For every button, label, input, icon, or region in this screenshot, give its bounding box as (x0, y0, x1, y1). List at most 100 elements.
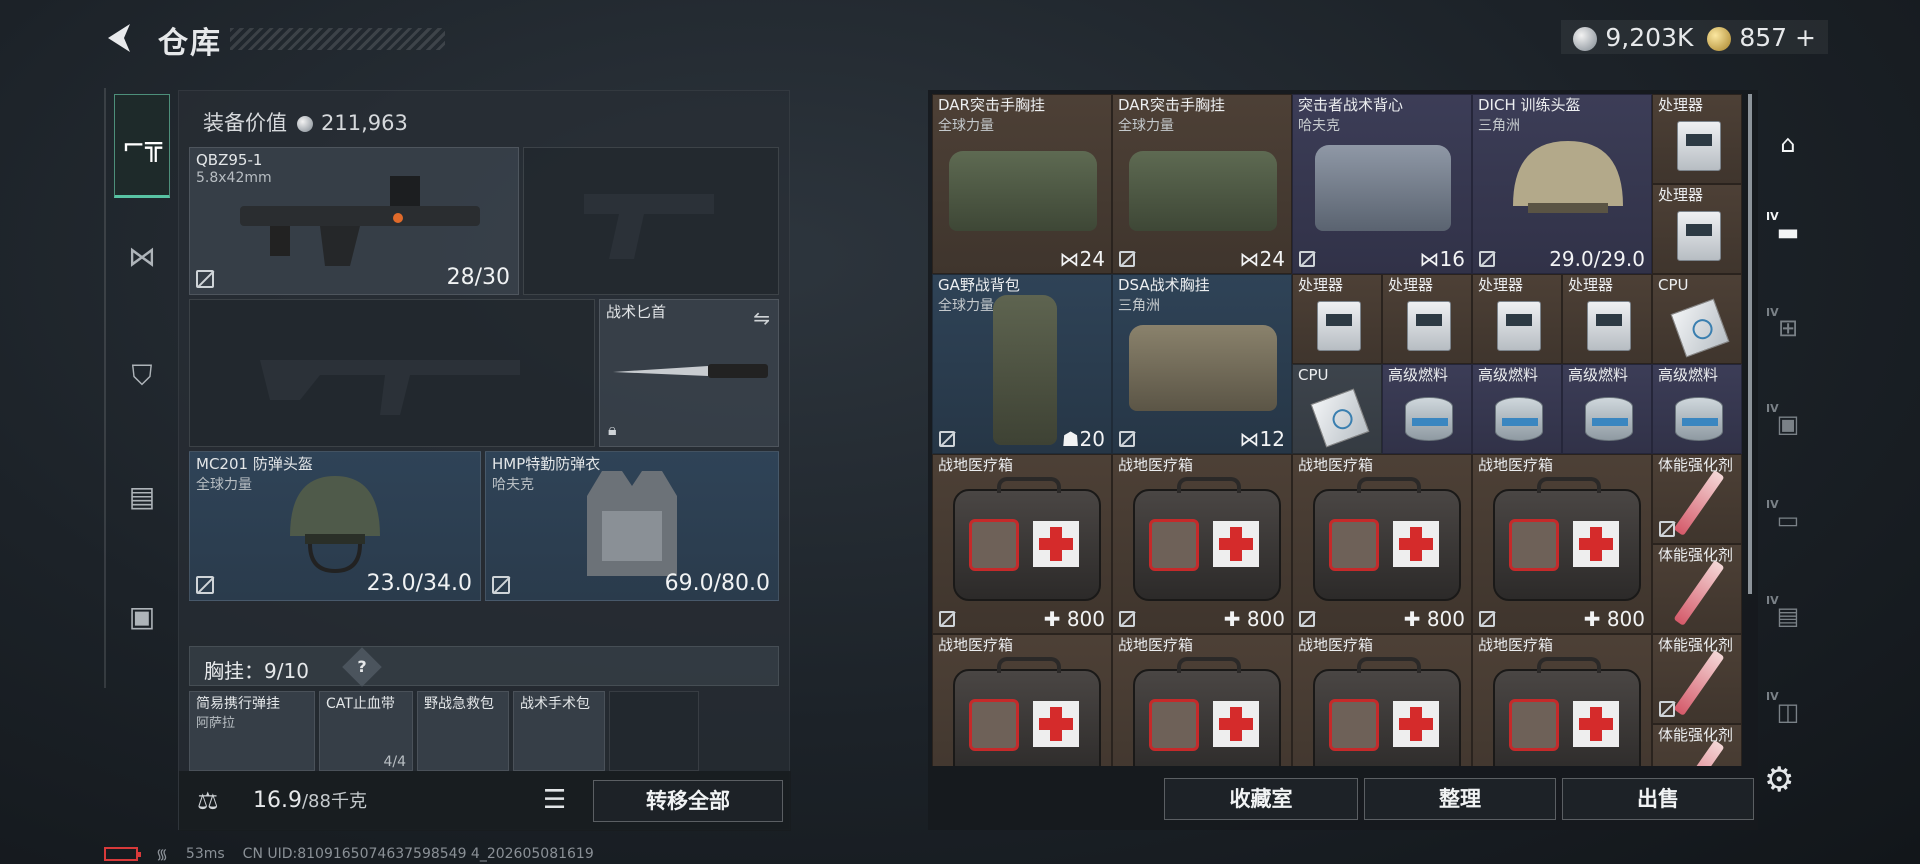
stash-tab-4[interactable]: IV ▭ (1760, 492, 1816, 548)
sort-button[interactable]: 整理 (1364, 778, 1556, 820)
surgical-kit-item[interactable]: 战术手术包 (513, 691, 605, 771)
stash-item[interactable]: 处理器 (1472, 274, 1562, 364)
lock-toggle-icon[interactable] (1659, 701, 1675, 717)
heal-plus-icon: ✚ (1223, 607, 1241, 631)
stash-item[interactable]: 处理器 (1652, 184, 1742, 274)
collection-room-button[interactable]: 收藏室 (1164, 778, 1358, 820)
cpu-chip-icon (1670, 298, 1730, 358)
empty-pocket-slot[interactable] (609, 691, 699, 771)
stash-tab-3[interactable]: IV ▣ (1760, 396, 1816, 452)
lock-toggle-icon[interactable] (1299, 251, 1315, 267)
container-icon: ▬ (1776, 218, 1800, 246)
stash-item[interactable]: DAR突击手胸挂 全球力量 ⋈24 (932, 94, 1112, 274)
settings-gear-icon[interactable]: ⚙ (1764, 760, 1794, 800)
back-arrow-icon[interactable] (100, 18, 140, 58)
add-gold-icon[interactable]: + (1795, 23, 1816, 52)
padlock-icon: 🔒︎ (608, 420, 617, 439)
stash-item[interactable]: DSA战术胸挂 三角洲 ⋈12 (1112, 274, 1292, 454)
lock-toggle-icon[interactable] (196, 270, 214, 288)
lock-toggle-icon[interactable] (1479, 611, 1495, 627)
backpack-icon: ⛉ (131, 359, 153, 392)
stash-tab-1[interactable]: IV ▬ (1760, 204, 1816, 260)
nav-backpack[interactable]: ⛉ (114, 348, 170, 404)
lock-toggle-icon[interactable] (196, 576, 214, 594)
lock-toggle-icon[interactable] (1299, 611, 1315, 627)
rifle-placeholder-icon (260, 360, 520, 415)
stash-item[interactable]: 战地医疗箱 (932, 634, 1112, 766)
stash-item[interactable]: 体能强化剂 (1652, 724, 1742, 766)
lock-toggle-icon[interactable] (1659, 521, 1675, 537)
lock-toggle-icon[interactable] (1119, 251, 1135, 267)
stash-item[interactable]: 体能强化剂 (1652, 544, 1742, 634)
stash-tab-all[interactable]: ⌂ (1760, 116, 1816, 172)
melee-slot[interactable]: 战术匕首 ⇋ 🔒︎ (599, 299, 779, 447)
stash-tab-6[interactable]: IV ◫ (1760, 684, 1816, 740)
stash-item[interactable]: CPU (1652, 274, 1742, 364)
stash-item[interactable]: GA野战背包 全球力量 ☗20 (932, 274, 1112, 454)
nav-tools[interactable]: ▣ (114, 588, 170, 644)
stash-item[interactable]: CPU (1292, 364, 1382, 454)
stash-item[interactable]: 处理器 (1382, 274, 1472, 364)
lock-toggle-icon[interactable] (1119, 611, 1135, 627)
stash-item[interactable]: 处理器 (1562, 274, 1652, 364)
pistol-placeholder-icon (584, 194, 714, 259)
gold-currency[interactable]: 857 + (1707, 23, 1816, 52)
stash-item[interactable]: 体能强化剂 (1652, 454, 1742, 544)
archway-icon: ⌂ (1780, 130, 1796, 158)
lock-toggle-icon[interactable] (492, 576, 510, 594)
stash-item[interactable]: 战地医疗箱 ✚ 800 (1472, 454, 1652, 634)
rifle-icon (240, 176, 480, 266)
stash-item[interactable]: 战地医疗箱 ✚ 800 (1112, 454, 1292, 634)
status-bar: ᯾ 53ms CN UID:8109165074637598549 4_2026… (104, 844, 594, 864)
stash-item[interactable]: 战地医疗箱 (1472, 634, 1652, 766)
nav-chest-rig[interactable]: ⋈ (114, 228, 170, 284)
first-aid-kit-icon (953, 477, 1101, 601)
list-icon[interactable]: ☰ (543, 785, 566, 815)
lock-toggle-icon[interactable] (939, 611, 955, 627)
stash-tab-2[interactable]: IV ⊞ (1760, 300, 1816, 356)
helmet-slot[interactable]: MC201 防弹头盔 全球力量 23.0/34.0 (189, 451, 481, 601)
stash-item[interactable]: DAR突击手胸挂 全球力量 ⋈24 (1112, 94, 1292, 274)
nav-weapons[interactable]: ⌐╦ (114, 94, 170, 198)
fuel-can-icon (1675, 397, 1723, 441)
capacity-icon: ⋈ (1239, 247, 1260, 271)
processor-icon (1677, 121, 1721, 171)
stash-item[interactable]: 突击者战术背心 哈夫克 ⋈16 (1292, 94, 1472, 274)
stash-item[interactable]: 高级燃料 (1382, 364, 1472, 454)
sell-button[interactable]: 出售 (1562, 778, 1754, 820)
stash-item[interactable]: 处理器 (1652, 94, 1742, 184)
pistol-slot-empty[interactable] (523, 147, 779, 295)
syringe-icon (1673, 560, 1725, 626)
transfer-all-button[interactable]: 转移全部 (593, 780, 783, 822)
first-aid-kit-item[interactable]: 野战急救包 (417, 691, 509, 771)
capacity-icon: ⋈ (1059, 247, 1080, 271)
first-aid-kit-icon (1133, 477, 1281, 601)
help-icon[interactable]: ? (342, 647, 382, 687)
stash-scrollbar[interactable] (1748, 94, 1752, 594)
stash-item[interactable]: 体能强化剂 (1652, 634, 1742, 724)
stash-item[interactable]: 战地医疗箱 (1292, 634, 1472, 766)
lock-toggle-icon[interactable] (939, 431, 955, 447)
fuel-can-icon (1405, 397, 1453, 441)
stash-item[interactable]: 高级燃料 (1562, 364, 1652, 454)
primary-weapon-slot[interactable]: QBZ95-1 5.8x42mm 28/30 (189, 147, 519, 295)
swap-icon[interactable]: ⇋ (753, 306, 770, 330)
equipment-value: 装备价值 211,963 (203, 111, 408, 135)
stash-item[interactable]: DICH 训练头盔 三角洲 29.0/29.0 (1472, 94, 1652, 274)
stash-item[interactable]: 战地医疗箱 ✚ 800 (1292, 454, 1472, 634)
chest-rig-item[interactable]: 简易携行弹挂 阿萨拉 (189, 691, 315, 771)
stash-item[interactable]: 战地医疗箱 (1112, 634, 1292, 766)
stash-tab-5[interactable]: IV ▤ (1760, 588, 1816, 644)
chest-rig-icon (1129, 325, 1277, 411)
stash-item[interactable]: 处理器 (1292, 274, 1382, 364)
nav-armor[interactable]: ▤ (114, 468, 170, 524)
tourniquet-item[interactable]: CAT止血带 4/4 (319, 691, 413, 771)
stash-item[interactable]: 高级燃料 (1652, 364, 1742, 454)
fuel-can-icon (1495, 397, 1543, 441)
secondary-weapon-slot-empty[interactable] (189, 299, 595, 447)
lock-toggle-icon[interactable] (1119, 431, 1135, 447)
lock-toggle-icon[interactable] (1479, 251, 1495, 267)
stash-item[interactable]: 高级燃料 (1472, 364, 1562, 454)
body-armor-slot[interactable]: HMP特勤防弹衣 哈夫克 69.0/80.0 (485, 451, 779, 601)
stash-item[interactable]: 战地医疗箱 ✚ 800 (932, 454, 1112, 634)
